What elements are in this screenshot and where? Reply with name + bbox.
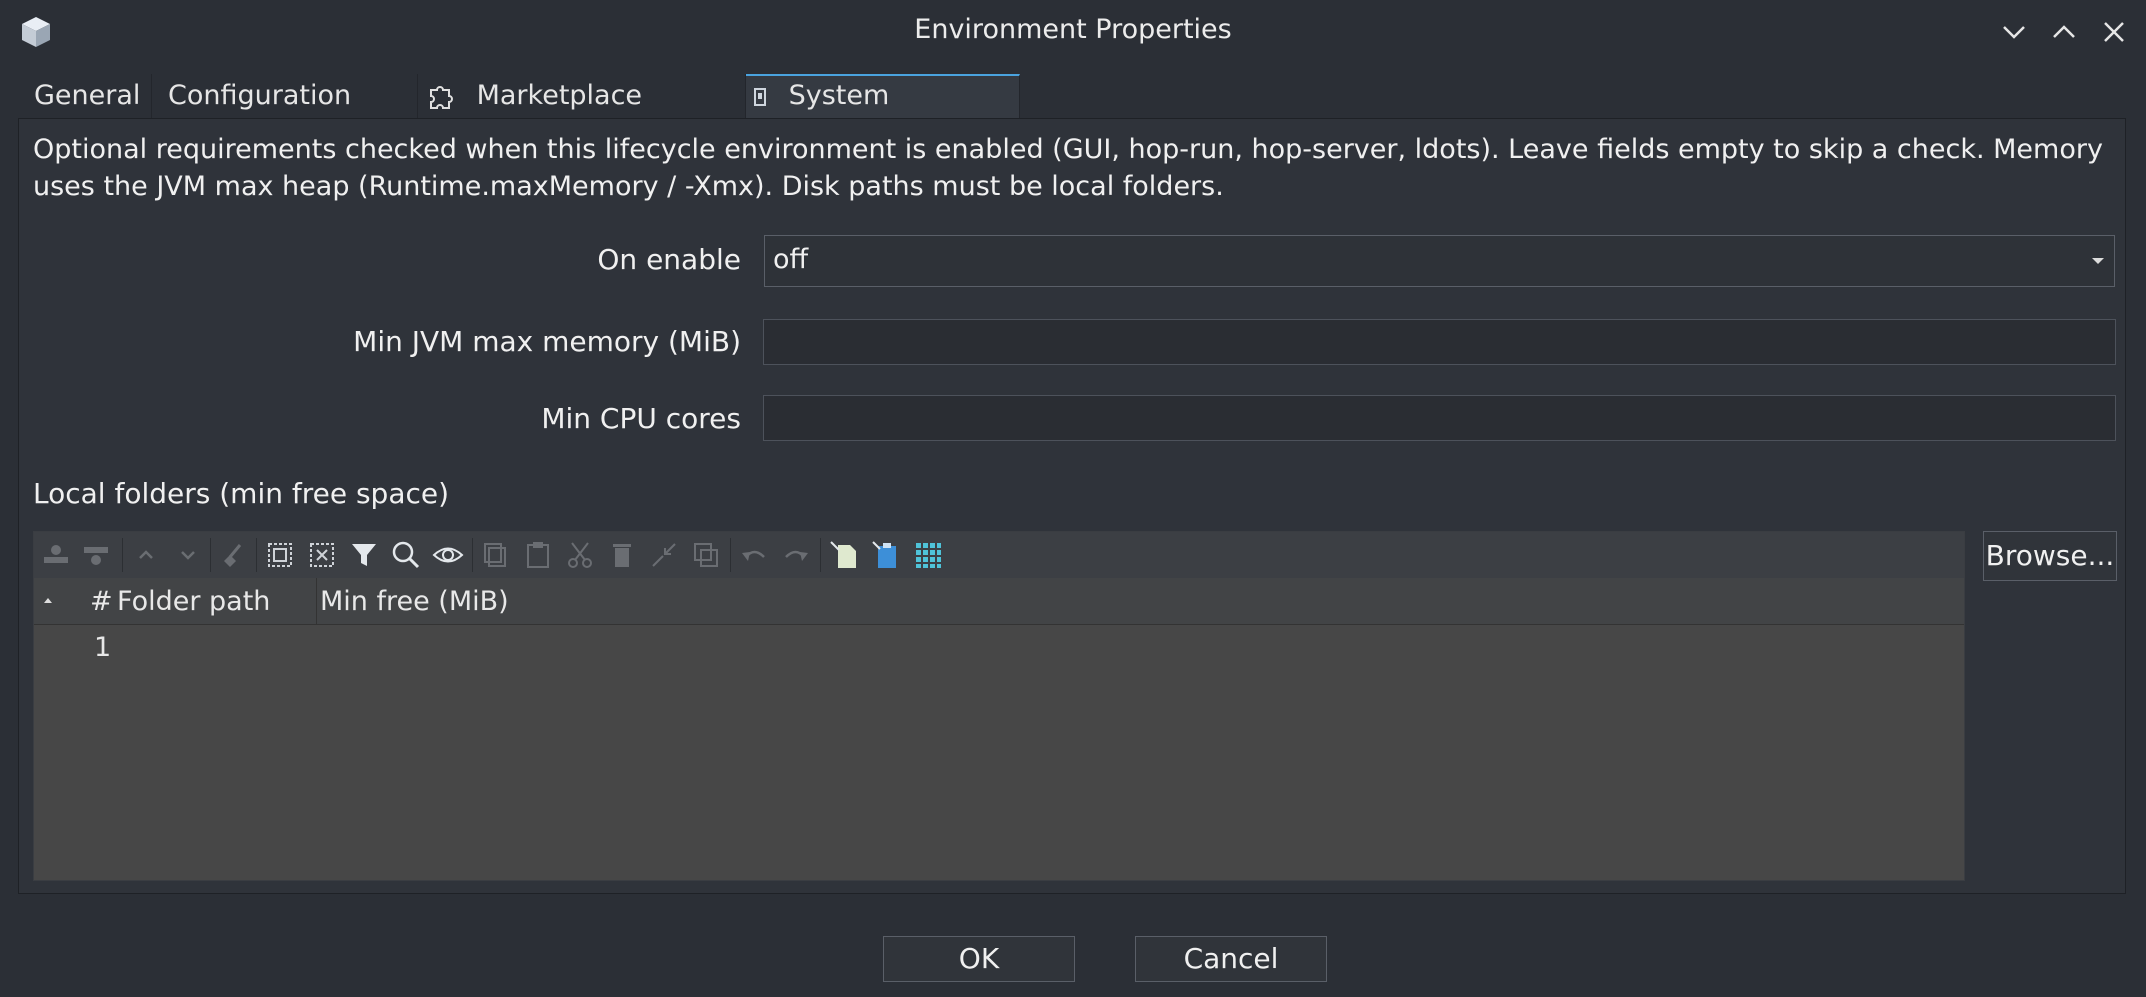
min-cpu-input[interactable] bbox=[763, 395, 2116, 441]
column-header-folder-path[interactable]: Folder path bbox=[117, 586, 270, 617]
clear-icon[interactable] bbox=[218, 539, 250, 571]
min-memory-input[interactable] bbox=[763, 319, 2116, 365]
column-header-number[interactable]: # bbox=[90, 586, 113, 617]
duplicate-icon[interactable] bbox=[690, 539, 722, 571]
title-bar: Environment Properties bbox=[0, 0, 2146, 64]
import-file-icon[interactable] bbox=[828, 539, 860, 571]
table-row[interactable]: 1 bbox=[94, 632, 111, 663]
maximize-button[interactable] bbox=[2046, 14, 2082, 50]
tab-system-resources[interactable]: System resources bbox=[746, 74, 1020, 151]
min-cpu-label: Min CPU cores bbox=[541, 402, 741, 435]
collapse-icon[interactable] bbox=[648, 539, 680, 571]
delete-icon[interactable] bbox=[606, 539, 638, 571]
paste-icon[interactable] bbox=[522, 539, 554, 571]
min-memory-label: Min JVM max memory (MiB) bbox=[353, 325, 741, 358]
close-button[interactable] bbox=[2096, 14, 2132, 50]
local-folders-label: Local folders (min free space) bbox=[33, 477, 450, 510]
toolbar-separator bbox=[820, 538, 821, 572]
tab-label: General bbox=[34, 80, 141, 111]
deselect-all-icon[interactable] bbox=[306, 539, 338, 571]
tab-marketplace-plugins[interactable]: Marketplace plugins bbox=[418, 74, 746, 155]
grid-icon[interactable] bbox=[912, 539, 944, 571]
browse-button[interactable]: Browse... bbox=[1983, 531, 2117, 581]
table-toolbar bbox=[34, 532, 1964, 579]
toolbar-separator bbox=[472, 538, 473, 572]
on-enable-select[interactable]: off bbox=[764, 235, 2115, 287]
memory-chip-icon bbox=[750, 80, 789, 111]
sort-up-icon[interactable] bbox=[44, 598, 52, 603]
on-enable-label: On enable bbox=[597, 243, 741, 276]
select-all-icon[interactable] bbox=[264, 539, 296, 571]
system-resources-panel: Optional requirements checked when this … bbox=[18, 118, 2126, 894]
filter-icon[interactable] bbox=[348, 539, 380, 571]
move-up-icon[interactable] bbox=[130, 539, 162, 571]
folders-table: # Folder path Min free (MiB) 1 bbox=[33, 531, 1965, 881]
minimize-button[interactable] bbox=[1996, 14, 2032, 50]
paste-clipboard-icon[interactable] bbox=[870, 539, 902, 571]
tab-configuration-files[interactable]: Configuration files bbox=[152, 74, 418, 155]
redo-icon[interactable] bbox=[780, 539, 812, 571]
ok-button[interactable]: OK bbox=[883, 936, 1075, 982]
puzzle-icon bbox=[424, 80, 477, 111]
table-header: # Folder path Min free (MiB) bbox=[34, 578, 1964, 625]
toolbar-separator bbox=[122, 538, 123, 572]
on-enable-value: off bbox=[773, 244, 809, 275]
row-number: 1 bbox=[94, 632, 112, 663]
insert-row-after-icon[interactable] bbox=[80, 539, 112, 571]
window-title: Environment Properties bbox=[914, 14, 1232, 45]
toolbar-separator bbox=[210, 538, 211, 572]
search-icon[interactable] bbox=[390, 539, 422, 571]
chevron-down-icon bbox=[2092, 258, 2104, 264]
eye-icon[interactable] bbox=[432, 539, 464, 571]
toolbar-separator bbox=[730, 538, 731, 572]
cancel-button[interactable]: Cancel bbox=[1135, 936, 1327, 982]
cut-icon[interactable] bbox=[564, 539, 596, 571]
toolbar-separator bbox=[256, 538, 257, 572]
tab-general[interactable]: General bbox=[18, 74, 152, 118]
insert-row-before-icon[interactable] bbox=[40, 539, 72, 571]
undo-icon[interactable] bbox=[738, 539, 770, 571]
column-header-min-free[interactable]: Min free (MiB) bbox=[320, 586, 509, 617]
copy-icon[interactable] bbox=[480, 539, 512, 571]
description-text: Optional requirements checked when this … bbox=[33, 134, 2103, 202]
move-down-icon[interactable] bbox=[172, 539, 204, 571]
column-separator[interactable] bbox=[316, 578, 317, 624]
